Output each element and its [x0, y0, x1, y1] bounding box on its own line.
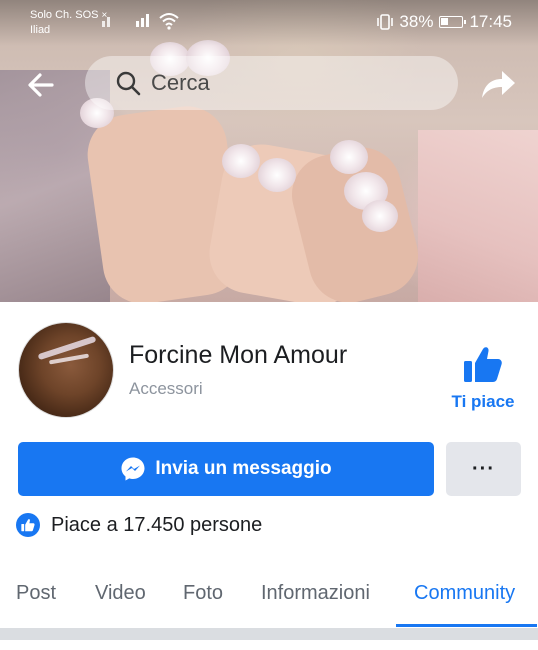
cover-flower: [362, 200, 398, 232]
section-divider: [0, 628, 538, 640]
page-avatar[interactable]: [18, 322, 114, 418]
cover-flower: [330, 140, 368, 174]
status-time: 17:45: [469, 12, 512, 31]
share-arrow-icon: [482, 71, 515, 98]
cover-photo[interactable]: [0, 0, 538, 302]
tab-foto[interactable]: Foto: [183, 582, 223, 605]
battery-icon: [439, 16, 467, 28]
tab-informazioni[interactable]: Informazioni: [261, 582, 370, 605]
share-button[interactable]: [478, 64, 518, 104]
thumbs-up-icon: [464, 347, 502, 382]
likes-count-text: Piace a 17.450 persone: [51, 513, 263, 536]
search-icon: [116, 71, 141, 96]
cover-dress-right: [418, 130, 538, 302]
status-carrier: Solo Ch. SOS × Iliad: [30, 8, 107, 38]
battery-percent: 38%: [399, 12, 434, 31]
cover-flower: [258, 158, 296, 192]
like-page-label: Ti piace: [451, 392, 515, 411]
wifi-icon: [159, 13, 179, 30]
page-category[interactable]: Accessori: [129, 379, 203, 399]
vibrate-icon: [377, 14, 394, 30]
battery-fill: [441, 18, 449, 25]
like-page-button[interactable]: Ti piace: [450, 345, 516, 412]
page-title: Forcine Mon Amour: [129, 341, 348, 369]
tab-video[interactable]: Video: [95, 582, 146, 605]
send-message-button[interactable]: Invia un messaggio: [18, 442, 434, 496]
back-button[interactable]: [26, 70, 56, 100]
cover-flower: [222, 144, 260, 178]
status-right: 38% 17:45: [377, 12, 512, 32]
carrier-name: Solo Ch. SOS: [30, 9, 99, 21]
tab-community[interactable]: Community: [414, 582, 515, 605]
thumbs-up-small-icon: [21, 519, 35, 532]
active-tab-indicator: [396, 624, 537, 627]
signal-wifi-icons: [100, 10, 158, 31]
search-placeholder: Cerca: [151, 70, 210, 95]
avatar-hair-accessory: [48, 353, 90, 365]
more-icon: ···: [472, 457, 495, 480]
page-likes: Piace a 17.450 persone: [16, 513, 262, 537]
more-options-button[interactable]: ···: [446, 442, 521, 496]
search-bar[interactable]: Cerca: [85, 56, 458, 110]
messenger-icon: [121, 457, 145, 481]
signal-icon: [102, 14, 149, 27]
carrier-name-2: Iliad: [30, 24, 51, 36]
page-tabs: Post Video Foto Informazioni Community: [0, 573, 538, 628]
arrow-left-icon: [28, 73, 54, 97]
send-message-label: Invia un messaggio: [155, 458, 332, 479]
like-badge-icon: [16, 513, 40, 537]
tab-post[interactable]: Post: [16, 582, 56, 605]
